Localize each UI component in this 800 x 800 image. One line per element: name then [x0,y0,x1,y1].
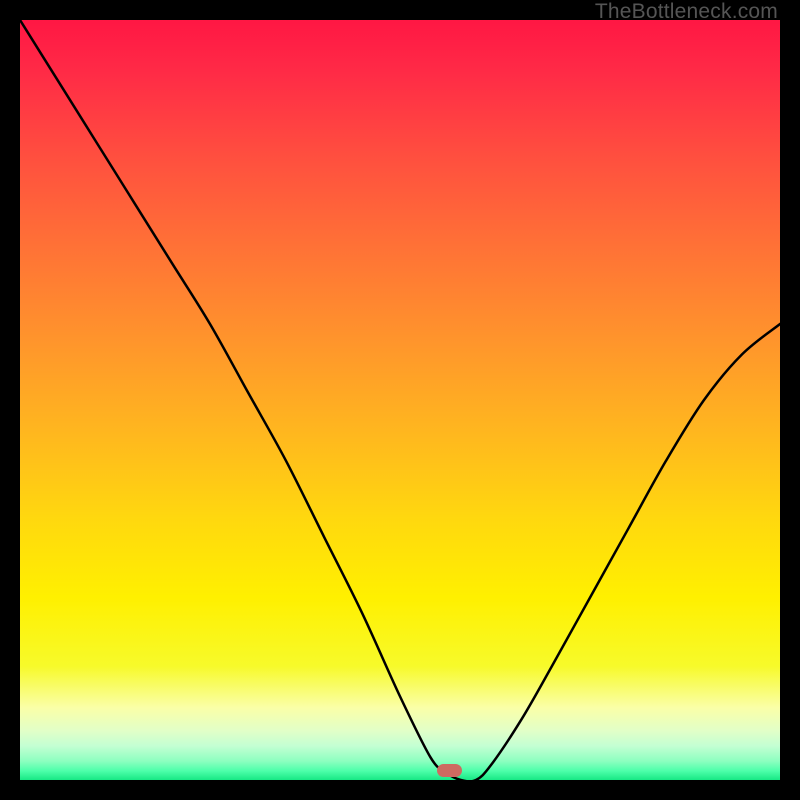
watermark-text: TheBottleneck.com [595,0,778,24]
chart-frame [20,20,780,780]
bottleneck-curve [20,20,780,780]
minimum-marker [437,764,462,777]
